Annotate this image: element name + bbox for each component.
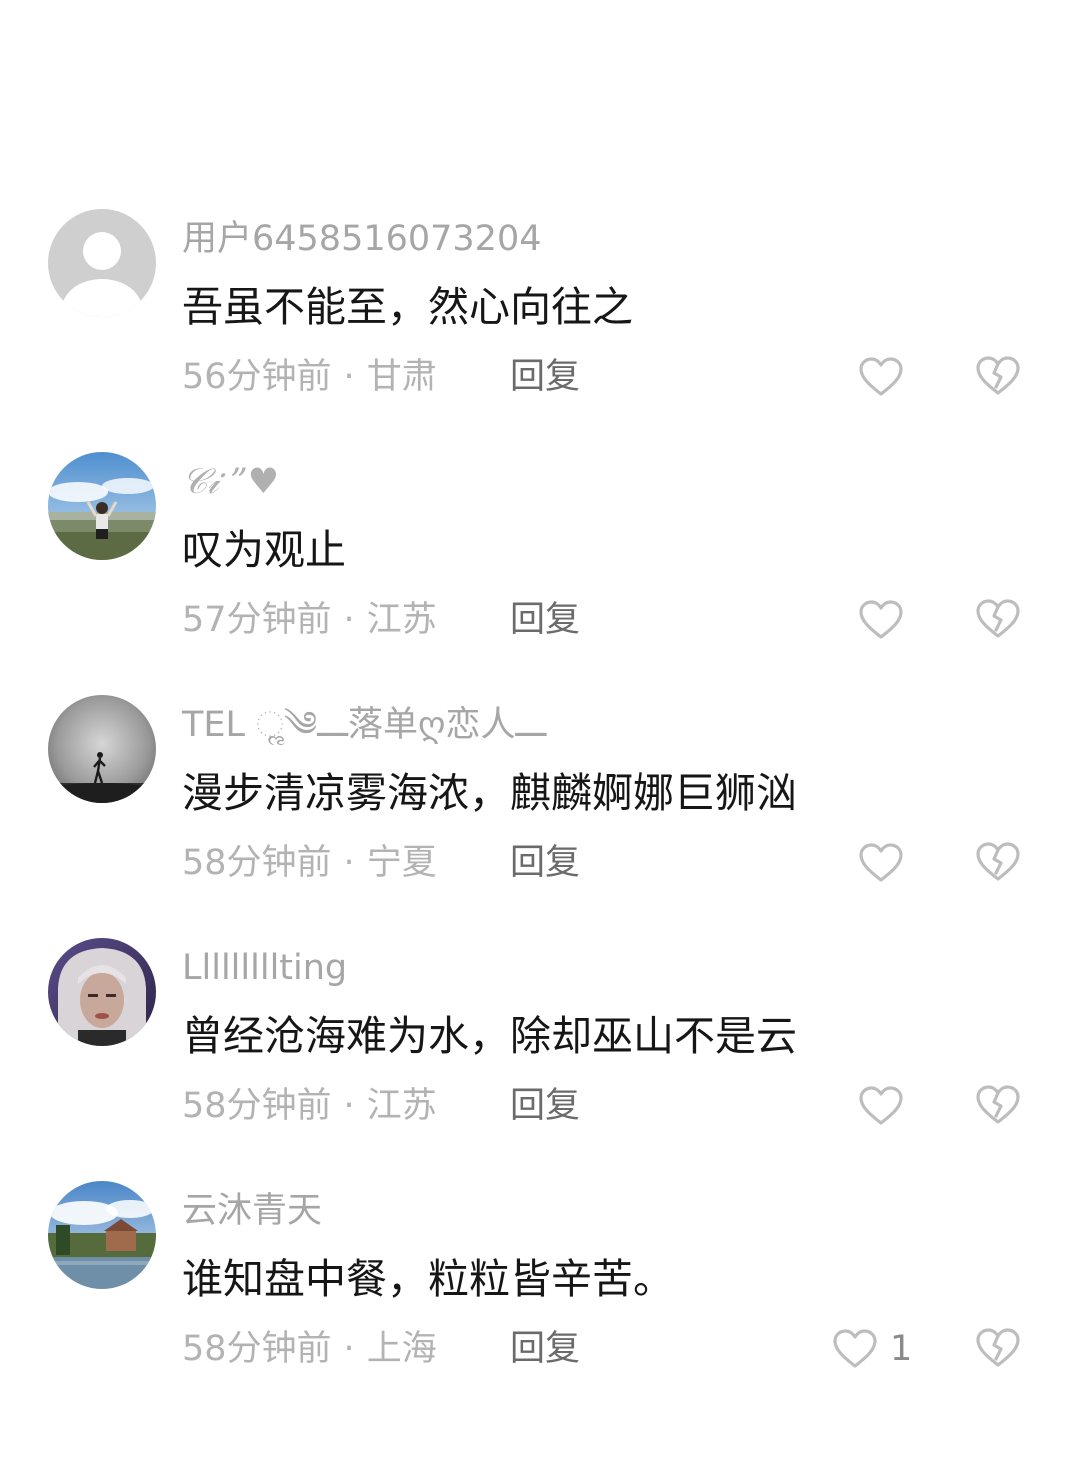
comment-item: 云沐青天 谁知盘中餐，粒粒皆辛苦。 58分钟前 · 上海 回复 1 bbox=[0, 1181, 1080, 1424]
comment-item: TEL ૢ༄ـــ落单ღ恋人ـــ 漫步清凉雾海浓，麒麟婀娜巨狮汹 58分钟前 ·… bbox=[0, 695, 1080, 938]
comment-text: 漫步清凉雾海浓，麒麟婀娜巨狮汹 bbox=[182, 769, 797, 817]
comment-item: Lllllllllting 曾经沧海难为水，除却巫山不是云 58分钟前 · 江苏 回… bbox=[0, 938, 1080, 1181]
like-button[interactable]: 1 bbox=[832, 1327, 912, 1371]
dislike-button[interactable] bbox=[975, 598, 1021, 642]
broken-heart-icon bbox=[976, 599, 1020, 638]
comment-item: 𝒞𝒾 ”♥ 叹为观止 57分钟前 · 江苏 回复 bbox=[0, 452, 1080, 695]
avatar[interactable] bbox=[48, 695, 156, 803]
like-count: 1 bbox=[890, 1329, 913, 1369]
separator: · bbox=[343, 1086, 355, 1126]
username[interactable]: 用户6458516073204 bbox=[182, 215, 542, 263]
timestamp: 58分钟前 bbox=[182, 843, 332, 883]
heart-icon bbox=[833, 1329, 877, 1368]
dislike-button[interactable] bbox=[975, 1327, 1021, 1371]
reply-button[interactable]: 回复 bbox=[510, 353, 580, 401]
location: 江苏 bbox=[366, 1086, 437, 1126]
reply-button[interactable]: 回复 bbox=[510, 1082, 580, 1130]
comment-text: 叹为观止 bbox=[182, 526, 346, 574]
location: 甘肃 bbox=[366, 357, 437, 397]
location: 宁夏 bbox=[366, 843, 437, 883]
reply-button[interactable]: 回复 bbox=[510, 1325, 580, 1373]
portrait-avatar-image bbox=[48, 938, 156, 1046]
dislike-button[interactable] bbox=[975, 1084, 1021, 1128]
foggy-figure-avatar-image bbox=[48, 695, 156, 803]
avatar[interactable] bbox=[48, 452, 156, 560]
separator: · bbox=[343, 1329, 355, 1369]
dislike-button[interactable] bbox=[975, 355, 1021, 399]
broken-heart-icon bbox=[976, 356, 1020, 395]
separator: · bbox=[343, 357, 355, 397]
reply-button[interactable]: 回复 bbox=[510, 596, 580, 644]
comment-meta: 56分钟前 · 甘肃 bbox=[182, 353, 437, 401]
username[interactable]: 𝒞𝒾 ”♥ bbox=[182, 458, 279, 506]
comment-meta: 58分钟前 · 江苏 bbox=[182, 1082, 437, 1130]
timestamp: 58分钟前 bbox=[182, 1086, 332, 1126]
username[interactable]: Lllllllllting bbox=[182, 944, 347, 992]
separator: · bbox=[343, 600, 355, 640]
like-button[interactable] bbox=[858, 841, 916, 885]
reply-button[interactable]: 回复 bbox=[510, 839, 580, 887]
like-button[interactable] bbox=[858, 355, 916, 399]
like-button[interactable] bbox=[858, 1084, 916, 1128]
comment-text: 曾经沧海难为水，除却巫山不是云 bbox=[182, 1012, 797, 1060]
heart-icon bbox=[859, 357, 903, 396]
broken-heart-icon bbox=[976, 1085, 1020, 1124]
comment-item: 用户6458516073204 吾虽不能至，然心向往之 56分钟前 · 甘肃 回复 bbox=[0, 209, 1080, 452]
default-avatar-icon bbox=[48, 209, 156, 317]
timestamp: 56分钟前 bbox=[182, 357, 332, 397]
like-button[interactable] bbox=[858, 598, 916, 642]
comment-list: 用户6458516073204 吾虽不能至，然心向往之 56分钟前 · 甘肃 回复 bbox=[0, 0, 1080, 1458]
avatar[interactable] bbox=[48, 1181, 156, 1289]
comment-meta: 58分钟前 · 宁夏 bbox=[182, 839, 437, 887]
timestamp: 57分钟前 bbox=[182, 600, 332, 640]
landscape-avatar-image bbox=[48, 452, 156, 560]
location: 江苏 bbox=[366, 600, 437, 640]
heart-icon bbox=[859, 1086, 903, 1125]
location: 上海 bbox=[366, 1329, 437, 1369]
lake-village-avatar-image bbox=[48, 1181, 156, 1289]
heart-icon bbox=[859, 600, 903, 639]
timestamp: 58分钟前 bbox=[182, 1329, 332, 1369]
comment-meta: 58分钟前 · 上海 bbox=[182, 1325, 437, 1373]
avatar[interactable] bbox=[48, 938, 156, 1046]
broken-heart-icon bbox=[976, 842, 1020, 881]
comment-meta: 57分钟前 · 江苏 bbox=[182, 596, 437, 644]
separator: · bbox=[343, 843, 355, 883]
dislike-button[interactable] bbox=[975, 841, 1021, 885]
username[interactable]: 云沐青天 bbox=[182, 1187, 322, 1235]
username[interactable]: TEL ૢ༄ـــ落单ღ恋人ـــ bbox=[182, 701, 546, 749]
broken-heart-icon bbox=[976, 1328, 1020, 1367]
comment-text: 谁知盘中餐，粒粒皆辛苦。 bbox=[182, 1255, 674, 1303]
comment-text: 吾虽不能至，然心向往之 bbox=[182, 283, 633, 331]
heart-icon bbox=[859, 843, 903, 882]
avatar[interactable] bbox=[48, 209, 156, 317]
